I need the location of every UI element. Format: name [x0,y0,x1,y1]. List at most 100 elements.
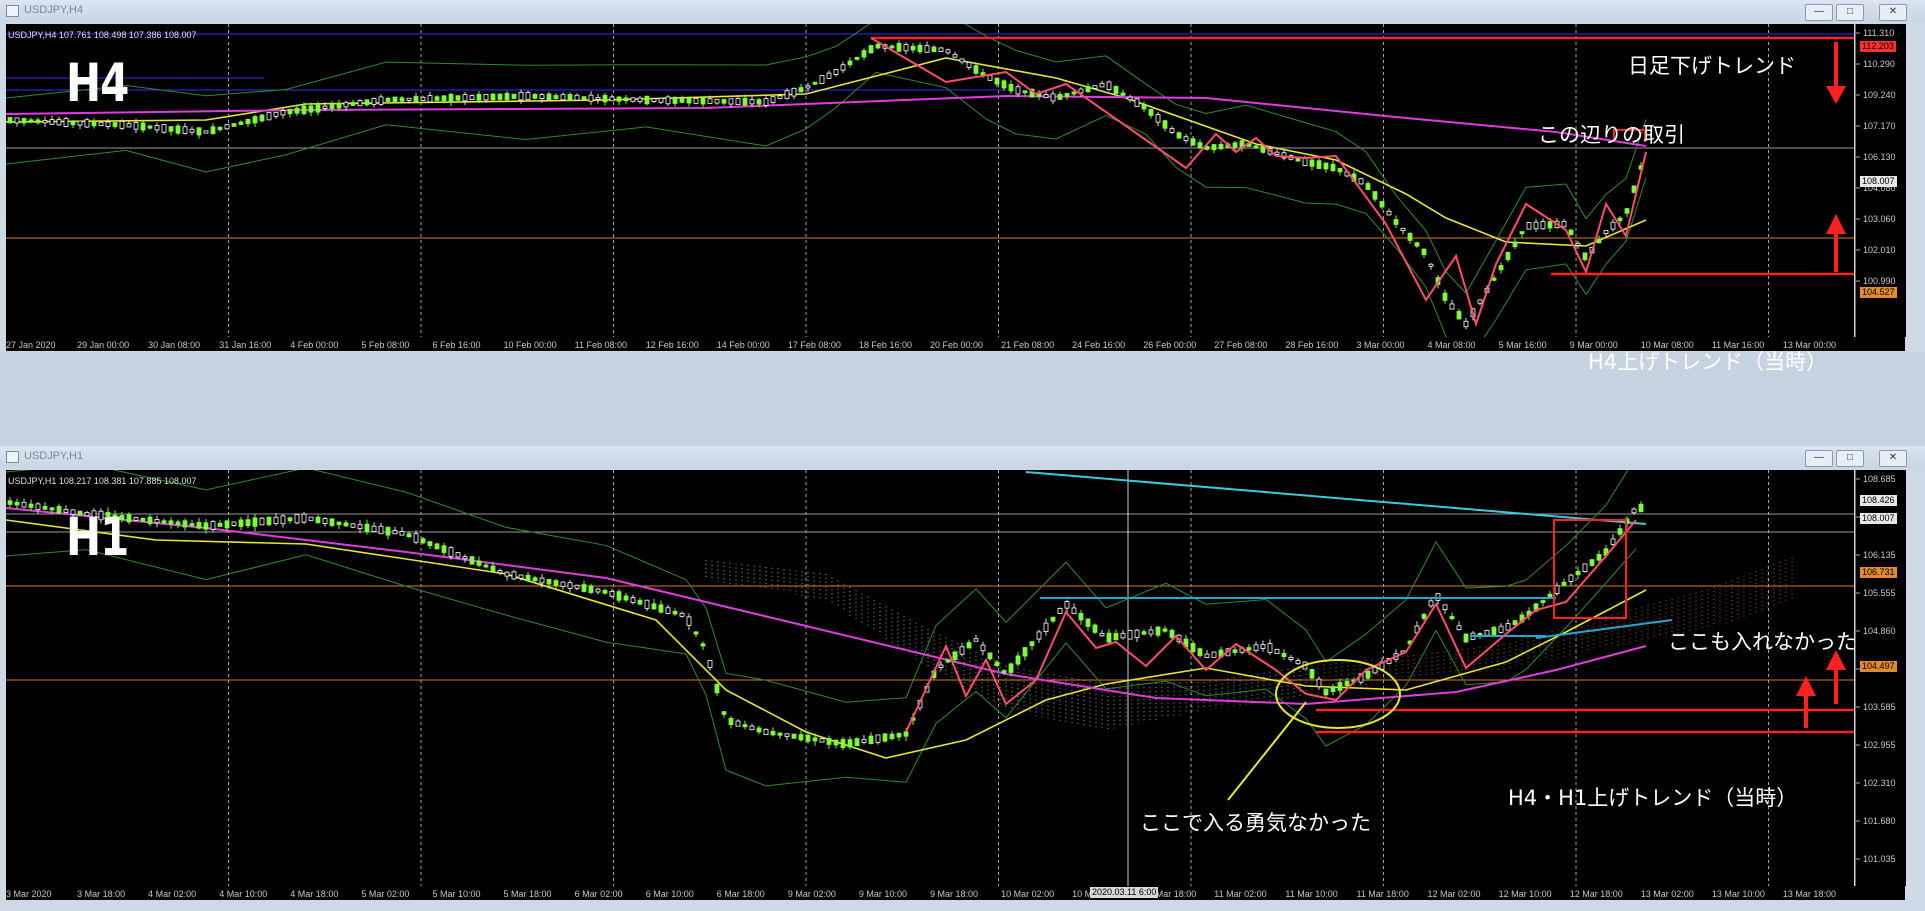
close-icon[interactable]: ✕ [1879,450,1907,467]
candle-body [959,58,965,63]
candle-body [371,525,377,532]
price-tick-label: 101.680 [1863,816,1896,826]
maximize-icon[interactable]: □ [1836,4,1864,21]
candle-body [231,521,237,526]
candle-body [154,519,160,524]
candle-body [861,50,867,58]
h1-price-axis[interactable]: 108.685107.410106.135105.555104.860104.2… [1855,470,1906,886]
candle-body [1169,128,1175,133]
candle-body [175,521,181,525]
candle-body [476,560,482,566]
candle-body [1183,136,1189,141]
candle-body [742,724,748,728]
candle-body [742,97,748,106]
candle-body [378,525,384,535]
candle-body [1155,114,1161,123]
candle-body [49,119,55,125]
candle-body [938,47,944,52]
h4-plot-area[interactable] [6,24,1854,337]
candle-body [280,515,286,525]
h1-badge-gray2: 108.007 [1860,513,1897,524]
candle-body [1176,132,1182,139]
candle-body [182,126,188,134]
candle-body [1463,320,1469,328]
candle-body [980,644,986,652]
candle-body [1456,311,1462,320]
down-arrow-head [1826,86,1846,104]
candle-body [28,503,34,508]
candle-body [322,518,328,524]
candle-body [1295,157,1301,162]
candle-body [686,616,692,626]
candle-body [1071,607,1077,615]
time-tick-label: 10 Mar 02:00 [1001,889,1054,899]
candle-body [49,507,55,511]
candle-body [413,533,419,543]
candle-body [560,581,566,587]
candle-body [1575,242,1581,246]
candle-body [1022,90,1028,94]
h1-window-titlebar[interactable]: USDJPY,H1 — □ ✕ [0,446,1925,468]
candle-body [182,520,188,528]
h4-chart-window[interactable]: USDJPY,H4 — □ ✕ 111.310 110.290 109.240 107… [0,0,1925,374]
h4-window-title: USDJPY,H4 [24,4,84,16]
maximize-icon[interactable]: □ [1836,450,1864,467]
candle-body [518,574,524,579]
price-tick-label: 102.010 [1863,245,1896,255]
candle-body [777,732,783,736]
candle-body [896,732,902,738]
candle-body [1442,604,1448,610]
candle-body [693,97,699,104]
candle-body [455,552,461,558]
candle-body [1617,528,1623,535]
h1-time-axis[interactable]: 3 Mar 2020 3 Mar 18:00 4 Mar 02:00 4 Mar 10… [6,886,1905,900]
candle-body [1372,191,1378,200]
candle-body [847,739,853,748]
candle-body [1400,227,1406,232]
candle-body [336,521,342,525]
candle-body [7,117,13,124]
minimize-icon[interactable]: — [1805,4,1833,21]
time-tick-label: 17 Feb 08:00 [788,340,841,350]
candle-body [371,98,377,105]
candle-body [833,69,839,75]
candle-body [252,517,258,527]
candle-body [1302,157,1308,166]
candle-body [364,523,370,532]
minimize-icon[interactable]: — [1805,450,1833,467]
time-tick-label: 26 Feb 00:00 [1143,340,1196,350]
price-tick-label: 104.860 [1863,626,1896,636]
h4-badge-red: 112.203 [1860,41,1896,52]
close-icon[interactable]: ✕ [1879,4,1907,21]
candle-body [672,610,678,615]
candle-body [1561,220,1567,228]
h1-chart-window[interactable]: USDJPY,H1 — □ ✕ 108.685107.410106.135105… [0,446,1925,911]
candle-body [1106,632,1112,643]
candle-body [623,595,629,601]
candle-body [35,119,41,124]
candle-body [679,612,685,617]
candle-body [798,734,804,741]
candle-body [784,90,790,99]
candle-body [672,97,678,104]
candle-body [1365,183,1371,190]
candle-body [378,96,384,105]
candle-body [1561,581,1567,586]
candle-body [217,522,223,527]
candle-body [826,738,832,745]
candle-body [651,98,657,102]
h4-timeframe-label: H4 [66,52,129,114]
time-tick-label: 14 Feb 00:00 [717,340,770,350]
candle-body [721,711,727,715]
candle-body [749,99,755,105]
candle-body [1428,263,1434,267]
candle-body [343,102,349,108]
h4-window-titlebar[interactable]: USDJPY,H4 — □ ✕ [0,0,1925,22]
h1-badge-orange2: 104.497 [1860,661,1897,672]
h1-plot-area[interactable] [6,470,1854,886]
time-tick-label: 12 Feb 16:00 [646,340,699,350]
candle-body [952,651,958,660]
price-tick-label: 106.130 [1863,152,1896,162]
price-tick-label: 102.310 [1863,778,1896,788]
candle-body [791,87,797,97]
